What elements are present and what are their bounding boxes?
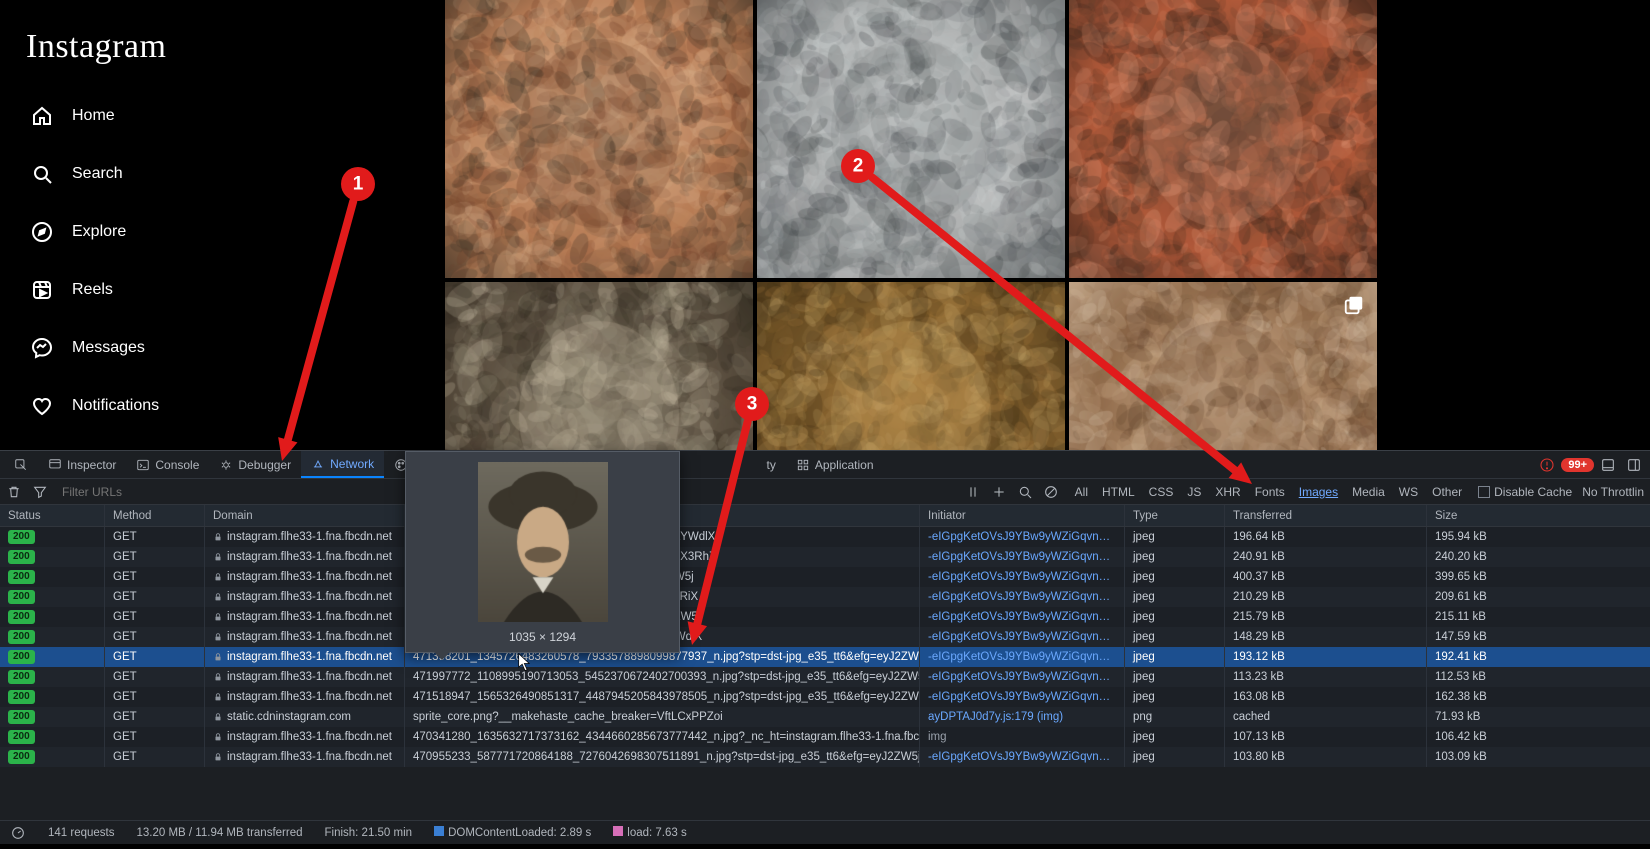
- nav-explore[interactable]: Explore: [22, 210, 231, 254]
- network-request-row[interactable]: 200GETinstagram.flhe33-1.fna.fbcdn.net47…: [0, 727, 1650, 747]
- picker-icon: [14, 458, 28, 472]
- network-request-row[interactable]: 200GETinstagram.flhe33-1.fna.fbcdn.net47…: [0, 747, 1650, 767]
- tab-debugger[interactable]: Debugger: [209, 451, 301, 478]
- filter-fonts[interactable]: Fonts: [1249, 483, 1291, 501]
- tab-application[interactable]: Application: [786, 451, 884, 478]
- col-method[interactable]: Method: [105, 505, 205, 526]
- filter-images[interactable]: Images: [1293, 483, 1344, 501]
- tab-network[interactable]: Network: [301, 451, 384, 478]
- nav-search[interactable]: Search: [22, 152, 231, 196]
- network-request-row[interactable]: 200GETinstagram.flhe33-1.fna.fbcdn.neto=…: [0, 547, 1650, 567]
- filter-urls-input[interactable]: [58, 483, 308, 501]
- nav-reels[interactable]: Reels: [22, 268, 231, 312]
- ig-nav: Home Search Explore Reels Messages Notificati…: [22, 94, 231, 486]
- network-footer: 141 requests 13.20 MB / 11.94 MB transfe…: [0, 820, 1650, 844]
- network-request-row[interactable]: 200GETinstagram.flhe33-1.fna.fbcdn.net47…: [0, 667, 1650, 687]
- messenger-icon: [30, 336, 54, 360]
- devtools-tabs: InspectorConsoleDebuggerNetworkStyle Edi…: [0, 451, 1650, 479]
- col-status[interactable]: Status: [0, 505, 105, 526]
- col-size[interactable]: Size: [1427, 505, 1650, 526]
- instagram-logo[interactable]: Instagram: [26, 28, 231, 66]
- nav-label: Explore: [72, 223, 126, 241]
- network-toolbar: AllHTMLCSSJSXHRFontsImagesMediaWSOther D…: [0, 479, 1650, 505]
- network-request-row[interactable]: 200GETstatic.cdninstagram.comsprite_core…: [0, 707, 1650, 727]
- filter-css[interactable]: CSS: [1143, 483, 1180, 501]
- nav-notifications[interactable]: Notifications: [22, 384, 231, 428]
- network-request-row[interactable]: 200GETinstagram.flhe33-1.fna.fbcdn.neto=…: [0, 527, 1650, 547]
- inspector-icon: [48, 458, 62, 472]
- devtools-dock-icon[interactable]: [1600, 457, 1616, 473]
- devtools-panel: InspectorConsoleDebuggerNetworkStyle Edi…: [0, 450, 1650, 844]
- heart-icon: [30, 394, 54, 418]
- post-grid: [445, 0, 1377, 450]
- pause-icon[interactable]: [965, 484, 981, 500]
- search-icon: [30, 162, 54, 186]
- nav-label: Reels: [72, 281, 113, 299]
- nav-label: Home: [72, 107, 115, 125]
- post-tile[interactable]: [445, 0, 753, 278]
- tab-accessibility[interactable]: ty: [756, 451, 785, 478]
- disable-cache-checkbox[interactable]: Disable Cache: [1478, 485, 1572, 499]
- nav-label: Messages: [72, 339, 145, 357]
- compass-icon: [30, 220, 54, 244]
- perf-icon[interactable]: [10, 825, 26, 841]
- ig-feed: [245, 0, 1650, 450]
- filter-ws[interactable]: WS: [1393, 483, 1424, 501]
- filter-media[interactable]: Media: [1346, 483, 1391, 501]
- network-request-row[interactable]: 200GETinstagram.flhe33-1.fna.fbcdn.net47…: [0, 687, 1650, 707]
- debugger-icon: [219, 458, 233, 472]
- post-tile[interactable]: [757, 0, 1065, 278]
- grid-icon: [796, 458, 810, 472]
- nav-label: Search: [72, 165, 123, 183]
- devtools-layout-icon[interactable]: [1626, 457, 1642, 473]
- network-request-list: 200GETinstagram.flhe33-1.fna.fbcdn.neto=…: [0, 527, 1650, 820]
- reels-icon: [30, 278, 54, 302]
- post-tile[interactable]: [1069, 0, 1377, 278]
- error-count-badge[interactable]: 99+: [1535, 457, 1594, 473]
- block-icon[interactable]: [1043, 484, 1059, 500]
- search-icon[interactable]: [1017, 484, 1033, 500]
- nav-messages[interactable]: Messages: [22, 326, 231, 370]
- tab-console[interactable]: Console: [126, 451, 209, 478]
- instagram-app: Instagram Home Search Explore Reels Messages…: [0, 0, 1650, 450]
- col-transferred[interactable]: Transferred: [1225, 505, 1427, 526]
- console-icon: [136, 458, 150, 472]
- carousel-badge-icon: [1343, 294, 1365, 316]
- network-request-row[interactable]: 200GETinstagram.flhe33-1.fna.fbcdn.netds…: [0, 627, 1650, 647]
- finish-time: Finish: 21.50 min: [324, 827, 412, 839]
- tab-inspector[interactable]: Inspector: [38, 451, 126, 478]
- tab-picker[interactable]: [4, 451, 38, 478]
- throttling-select[interactable]: No Throttlin: [1582, 485, 1644, 499]
- requests-count: 141 requests: [48, 827, 115, 839]
- network-request-row[interactable]: 200GETinstagram.flhe33-1.fna.fbcdn.net47…: [0, 647, 1650, 667]
- trash-icon[interactable]: [6, 484, 22, 500]
- ig-sidebar: Instagram Home Search Explore Reels Messages…: [0, 0, 245, 450]
- col-type[interactable]: Type: [1125, 505, 1225, 526]
- col-domain[interactable]: Domain: [205, 505, 405, 526]
- filter-js[interactable]: JS: [1181, 483, 1207, 501]
- preview-dimensions: 1035 × 1294: [416, 630, 669, 644]
- network-request-row[interactable]: 200GETinstagram.flhe33-1.fna.fbcdn.net=-…: [0, 607, 1650, 627]
- filter-xhr[interactable]: XHR: [1209, 483, 1246, 501]
- image-preview-tooltip: 1035 × 1294: [405, 451, 680, 653]
- nav-home[interactable]: Home: [22, 94, 231, 138]
- load-time: load: 7.63 s: [613, 826, 686, 839]
- filter-other[interactable]: Other: [1426, 483, 1468, 501]
- network-column-headers[interactable]: Status Method Domain File Initiator Type…: [0, 505, 1650, 527]
- network-icon: [311, 457, 325, 471]
- nav-label: Notifications: [72, 397, 159, 415]
- home-icon: [30, 104, 54, 128]
- col-initiator[interactable]: Initiator: [920, 505, 1125, 526]
- transferred-summary: 13.20 MB / 11.94 MB transferred: [137, 827, 303, 839]
- network-request-row[interactable]: 200GETinstagram.flhe33-1.fna.fbcdn.neto=…: [0, 587, 1650, 607]
- funnel-icon[interactable]: [32, 484, 48, 500]
- filter-all[interactable]: All: [1069, 483, 1094, 501]
- network-request-row[interactable]: 200GETinstagram.flhe33-1.fna.fbcdn.net-1…: [0, 567, 1650, 587]
- dcl-time: DOMContentLoaded: 2.89 s: [434, 826, 591, 839]
- filter-html[interactable]: HTML: [1096, 483, 1141, 501]
- plus-icon[interactable]: [991, 484, 1007, 500]
